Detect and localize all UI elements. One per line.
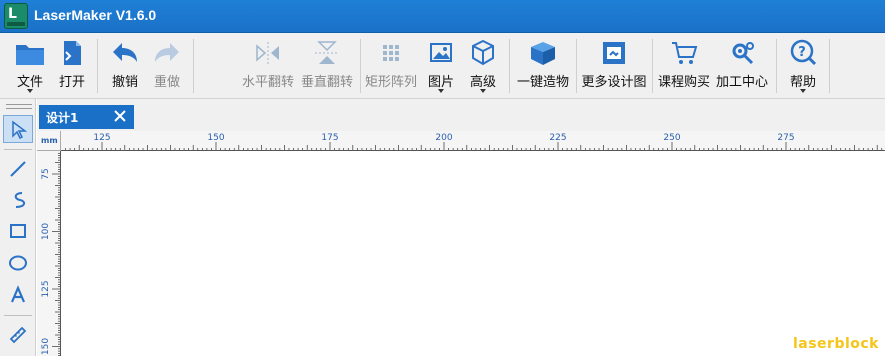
help-icon: ? — [790, 39, 817, 66]
ruler-label: 250 — [663, 133, 680, 143]
rectangle-array-button[interactable]: 矩形阵列 — [362, 33, 420, 99]
drawing-canvas[interactable] — [62, 152, 885, 356]
cube-icon — [472, 39, 494, 66]
flip-vertical-icon — [315, 41, 339, 64]
ruler-label: 75 — [41, 168, 51, 179]
text-tool-button[interactable] — [3, 281, 33, 309]
vertical-ruler: 75 100 125 150 — [37, 151, 61, 356]
cart-icon — [672, 42, 698, 64]
watermark-text: laserblock — [792, 336, 879, 352]
ruler-corner: mm — [37, 131, 61, 151]
redo-arrow-icon — [155, 43, 179, 62]
ruler-label: 275 — [777, 133, 794, 143]
ruler-label: 150 — [41, 338, 51, 355]
horizontal-ruler: 1251501752002252502753003253503754004254… — [61, 131, 885, 151]
main-toolbar: 文件 打开 撤销 重做 水平翻转 垂直翻转 矩形阵列 图片 高级 一键造物 更多… — [0, 33, 885, 99]
undo-button[interactable]: 撤销 — [104, 33, 146, 99]
folder-icon — [16, 45, 44, 65]
ruler-unit: mm — [41, 136, 58, 145]
ellipse-tool-button[interactable] — [3, 249, 33, 277]
toolbar-divider — [652, 39, 653, 93]
text-tool-icon — [10, 285, 26, 303]
chevron-down-icon — [438, 89, 444, 93]
measure-tool-button[interactable] — [3, 321, 33, 349]
svg-text:?: ? — [798, 45, 806, 60]
select-tool-button[interactable] — [3, 115, 33, 143]
file-menu-button[interactable]: 文件 — [8, 33, 52, 99]
design-store-icon — [603, 42, 625, 64]
ruler-label: 100 — [41, 223, 51, 240]
toolbar-divider — [97, 39, 98, 93]
lasermaker-logo-icon: L — [4, 3, 28, 29]
box-icon — [531, 42, 555, 65]
chevron-down-icon — [480, 89, 486, 93]
ellipse-tool-icon — [9, 255, 27, 271]
curve-tool-button[interactable] — [3, 186, 33, 214]
flip-horizontal-icon — [256, 42, 279, 65]
select-pointer-icon — [12, 120, 28, 140]
ruler-label: 125 — [93, 133, 110, 143]
image-icon — [430, 43, 452, 62]
vertical-ruler-ticks: 75 100 125 150 — [41, 152, 60, 356]
ruler-label: 150 — [207, 133, 224, 143]
palette-grip[interactable] — [6, 104, 32, 109]
document-tabs: 设计1 — [37, 99, 885, 131]
advanced-button[interactable]: 高级 — [462, 33, 504, 99]
gears-icon — [732, 42, 754, 65]
ruler-label: 175 — [321, 133, 338, 143]
open-button[interactable]: 打开 — [52, 33, 92, 99]
rectangle-tool-icon — [10, 224, 26, 238]
open-file-icon — [64, 41, 81, 65]
tab-design1[interactable]: 设计1 — [39, 105, 134, 129]
toolbar-divider — [509, 39, 510, 93]
toolbar-divider — [576, 39, 577, 93]
ruler-label: 125 — [41, 280, 51, 297]
help-button[interactable]: ? 帮助 — [781, 33, 825, 99]
line-tool-icon — [10, 161, 26, 177]
grid-array-icon — [383, 45, 399, 61]
flip-horizontal-button[interactable]: 水平翻转 — [238, 33, 298, 99]
ruler-label: 225 — [549, 133, 566, 143]
line-tool-button[interactable] — [3, 155, 33, 183]
more-designs-button[interactable]: 更多设计图 — [578, 33, 650, 99]
toolbar-divider — [193, 39, 194, 93]
rectangle-tool-button[interactable] — [3, 217, 33, 245]
undo-arrow-icon — [113, 43, 137, 62]
chevron-down-icon — [27, 89, 33, 93]
one-click-make-button[interactable]: 一键造物 — [512, 33, 574, 99]
course-purchase-button[interactable]: 课程购买 — [655, 33, 713, 99]
window-title: LaserMaker V1.6.0 — [34, 7, 157, 23]
ruler-label: 200 — [435, 133, 452, 143]
horizontal-ruler-ticks: 1251501752002252502753003253503754004254… — [65, 133, 883, 150]
toolbar-divider — [829, 39, 830, 93]
tool-palette — [0, 99, 36, 356]
processing-center-button[interactable]: 加工中心 — [713, 33, 771, 99]
toolbar-divider — [776, 39, 777, 93]
chevron-down-icon — [800, 89, 806, 93]
close-icon[interactable] — [112, 108, 128, 124]
ruler-tool-icon — [9, 326, 27, 344]
title-bar: L LaserMaker V1.6.0 — [0, 0, 885, 33]
curve-tool-icon — [14, 192, 26, 208]
image-button[interactable]: 图片 — [420, 33, 462, 99]
flip-vertical-button[interactable]: 垂直翻转 — [297, 33, 357, 99]
toolbar-divider — [360, 39, 361, 93]
redo-button[interactable]: 重做 — [146, 33, 188, 99]
